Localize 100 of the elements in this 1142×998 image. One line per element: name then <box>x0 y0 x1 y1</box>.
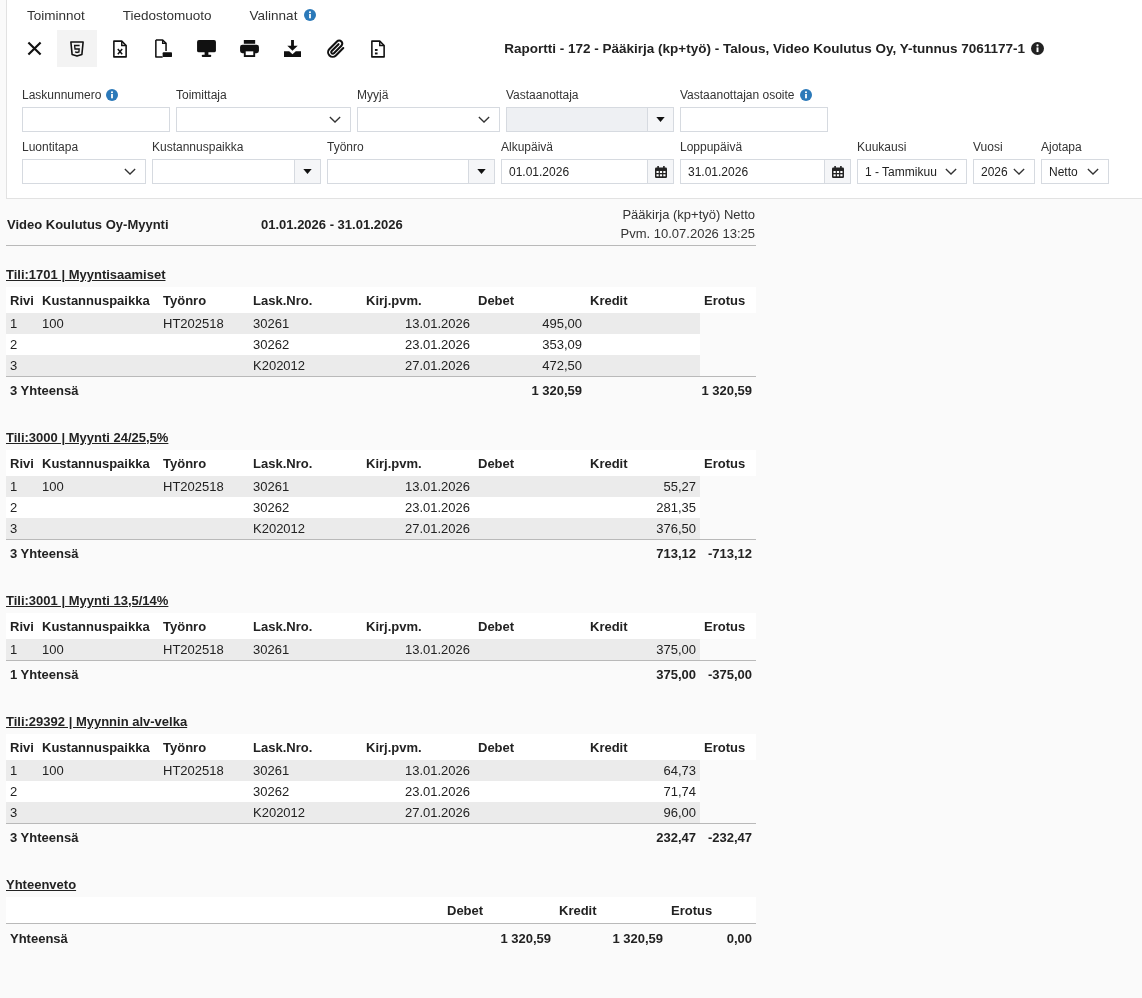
download-icon <box>283 40 301 57</box>
column-header: Debet <box>477 292 516 308</box>
combo-field[interactable] <box>152 159 321 184</box>
table-cell: 30261 <box>253 479 290 494</box>
table-cell: HT202518 <box>163 642 224 657</box>
combo-field[interactable] <box>327 159 495 184</box>
column-header: Rivi <box>9 455 35 471</box>
report-name: Pääkirja (kp+työ) Netto <box>622 206 755 224</box>
field-label: Työnro <box>327 140 364 154</box>
calendar-button[interactable] <box>647 160 673 183</box>
report-period: 01.01.2026 - 31.01.2026 <box>261 216 403 232</box>
calendar-icon <box>831 165 844 178</box>
table-cell: 30262 <box>253 500 290 515</box>
dropdown-button[interactable] <box>468 160 494 183</box>
close-icon <box>26 41 42 56</box>
column-header: Työnro <box>162 739 208 755</box>
caret-down-icon <box>303 169 312 174</box>
column-header: Kredit <box>589 739 629 755</box>
table-cell: 2 <box>10 500 18 515</box>
shield-icon <box>70 40 84 57</box>
text-field[interactable] <box>22 107 170 132</box>
monitor-icon <box>196 40 216 57</box>
table-cell: 100 <box>42 642 64 657</box>
column-header: Työnro <box>162 618 208 634</box>
field-label: Vastaanottajan osoite <box>680 88 795 102</box>
menu-item[interactable]: Toiminnot <box>27 7 85 23</box>
table-cell: 13.01.2026 <box>404 479 470 494</box>
column-header: Kirj.pvm. <box>365 739 423 755</box>
total-cell: 1 320,59 <box>500 931 551 946</box>
total-cell: 713,12 <box>656 545 696 561</box>
dropdown[interactable]: Netto <box>1041 159 1109 184</box>
column-header: Kustannuspaikka <box>41 292 151 308</box>
total-label: 3 Yhteensä <box>10 829 79 845</box>
menu-item[interactable]: Valinnat <box>249 7 298 23</box>
total-cell: -713,12 <box>707 545 752 561</box>
table-cell: 13.01.2026 <box>404 316 470 331</box>
column-header: Kredit <box>589 618 629 634</box>
account-title: Tili:3001 | Myynti 13,5/14% <box>6 593 169 608</box>
table-cell: 30261 <box>253 642 290 657</box>
total-cell: 0,00 <box>726 931 752 946</box>
date-field[interactable]: 01.01.2026 <box>501 159 674 184</box>
file-x-icon <box>113 39 127 58</box>
column-header: Rivi <box>9 292 35 308</box>
printer-icon <box>239 40 259 57</box>
field-label: Myyjä <box>357 88 389 102</box>
chevron-down-icon <box>124 168 136 175</box>
document-icon <box>154 39 172 58</box>
table-cell: 3 <box>10 805 18 820</box>
table-cell: 2 <box>10 337 18 352</box>
column-header: Erotus <box>670 902 714 918</box>
column-header: Kustannuspaikka <box>41 618 151 634</box>
field-label: Kustannuspaikka <box>152 140 244 154</box>
text-field[interactable] <box>680 107 828 132</box>
table-cell: 13.01.2026 <box>404 763 470 778</box>
table-cell: 375,00 <box>656 642 696 657</box>
table-cell: 27.01.2026 <box>404 358 470 373</box>
table-cell: 30262 <box>253 784 290 799</box>
dropdown[interactable]: 2026 <box>973 159 1035 184</box>
table-cell: 1 <box>10 316 18 331</box>
table-cell: 64,73 <box>663 763 696 778</box>
field-label: Laskunnumero <box>22 88 102 102</box>
total-cell: -375,00 <box>707 666 752 682</box>
table-cell: 3 <box>10 521 18 536</box>
column-header: Erotus <box>703 618 747 634</box>
dropdown[interactable]: 1 - Tammikuu <box>857 159 967 184</box>
column-header: Lask.Nro. <box>252 292 314 308</box>
file-icon <box>371 39 385 58</box>
chevron-down-icon <box>329 116 341 123</box>
account-title: Tili:29392 | Myynnin alv-velka <box>6 714 188 729</box>
date-field[interactable]: 31.01.2026 <box>680 159 851 184</box>
table-cell: 472,50 <box>542 358 582 373</box>
field-label: Vastaanottaja <box>506 88 579 102</box>
report-timestamp: Pvm. 10.07.2026 13:25 <box>620 225 755 243</box>
caret-down-icon <box>656 117 665 122</box>
calendar-button[interactable] <box>824 160 850 183</box>
table-cell: HT202518 <box>163 479 224 494</box>
table-cell: 1 <box>10 642 18 657</box>
total-label: 1 Yhteensä <box>10 666 79 682</box>
column-header: Debet <box>477 739 516 755</box>
toolbar-button[interactable] <box>57 30 97 67</box>
table-cell: 30261 <box>253 763 290 778</box>
table-cell: 1 <box>10 479 18 494</box>
column-header: Debet <box>477 618 516 634</box>
chevron-down-icon <box>478 116 490 123</box>
total-label: 3 Yhteensä <box>10 545 79 561</box>
table-cell: 100 <box>42 479 64 494</box>
field-label: Alkupäivä <box>501 140 554 154</box>
chevron-down-icon <box>945 168 957 175</box>
column-header: Kustannuspaikka <box>41 739 151 755</box>
dropdown-button[interactable] <box>294 160 320 183</box>
total-cell: 232,47 <box>656 829 696 845</box>
menu-item[interactable]: Tiedostomuoto <box>122 7 212 23</box>
column-header: Rivi <box>9 739 35 755</box>
field-label: Loppupäivä <box>680 140 743 154</box>
table-cell: 23.01.2026 <box>404 337 470 352</box>
column-header: Työnro <box>162 292 208 308</box>
field-label: Ajotapa <box>1041 140 1082 154</box>
field-label: Kuukausi <box>857 140 907 154</box>
info-icon[interactable] <box>1031 42 1044 55</box>
chevron-down-icon <box>1087 168 1099 175</box>
